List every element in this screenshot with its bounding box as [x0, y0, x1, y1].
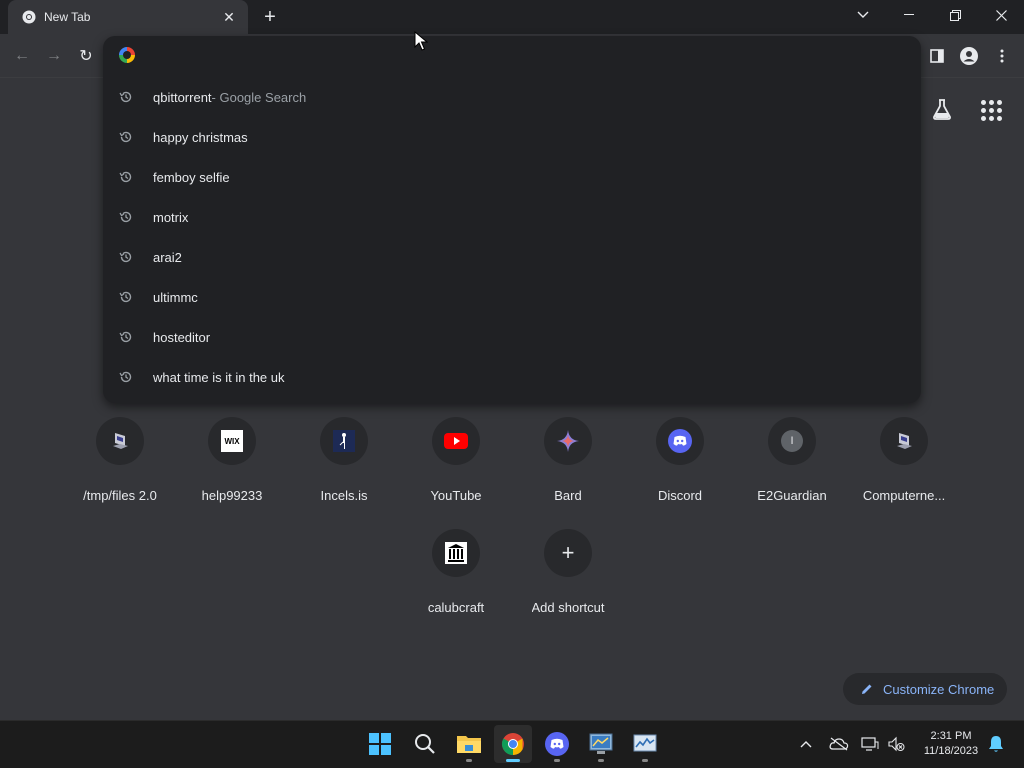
shortcut-label: help99233 — [201, 488, 263, 503]
add-shortcut-button[interactable]: + Add shortcut — [512, 529, 624, 629]
suggestion-item[interactable]: hosteditor — [103, 317, 921, 357]
customize-chrome-button[interactable]: Customize Chrome — [843, 673, 1007, 705]
shortcut-help99233[interactable]: WIX help99233 — [176, 417, 288, 517]
omnibox-dropdown: qbittorrent - Google Search happy christ… — [103, 36, 921, 403]
google-apps-icon[interactable] — [978, 97, 1002, 121]
shortcut-bard[interactable]: Bard — [512, 417, 624, 517]
shortcut-label: calubcraft — [427, 600, 485, 615]
suggestion-text: what time is it in the uk — [153, 369, 285, 385]
shortcut-label: /tmp/files 2.0 — [83, 488, 157, 503]
e2guardian-icon: I — [781, 430, 803, 452]
task-manager-icon[interactable] — [626, 725, 664, 763]
address-bar-input[interactable] — [103, 36, 921, 74]
onedrive-offline-icon[interactable] — [828, 733, 850, 755]
suggestion-item[interactable]: qbittorrent - Google Search — [103, 77, 921, 117]
history-icon — [119, 250, 133, 264]
reload-button[interactable]: ↻ — [74, 44, 98, 68]
history-icon — [119, 170, 133, 184]
chrome-taskbar-icon[interactable] — [494, 725, 532, 763]
tab-close-icon[interactable]: ✕ — [220, 8, 238, 26]
show-hidden-icons-chevron-icon[interactable] — [796, 733, 816, 755]
side-panel-icon[interactable] — [925, 44, 949, 68]
computer-icon — [892, 429, 916, 453]
chrome-icon — [21, 10, 36, 25]
tab-search-chevron-icon[interactable] — [840, 0, 886, 30]
suggestion-item[interactable]: motrix — [103, 197, 921, 237]
customize-chrome-label: Customize Chrome — [883, 681, 995, 697]
suggestion-subtext: - Google Search — [211, 89, 307, 105]
shortcut-label: E2Guardian — [757, 488, 827, 503]
suggestion-item[interactable]: what time is it in the uk — [103, 357, 921, 397]
network-icon[interactable] — [860, 733, 880, 755]
shortcut-calubcraft[interactable]: calubcraft — [400, 529, 512, 629]
suggestion-item[interactable]: arai2 — [103, 237, 921, 277]
discord-icon — [668, 429, 692, 453]
suggestion-item[interactable]: happy christmas — [103, 117, 921, 157]
suggestion-text: happy christmas — [153, 129, 248, 145]
shortcut-discord[interactable]: Discord — [624, 417, 736, 517]
clock-time: 2:31 PM — [930, 730, 972, 742]
suggestion-item[interactable]: femboy selfie — [103, 157, 921, 197]
shortcut-label: Bard — [554, 488, 582, 503]
google-icon — [119, 47, 135, 63]
shortcut-label: Computerne... — [862, 488, 946, 503]
volume-muted-icon[interactable] — [886, 733, 906, 755]
wix-icon: WIX — [221, 430, 243, 452]
forward-button[interactable]: → — [42, 44, 66, 68]
notification-bell-icon[interactable] — [986, 733, 1006, 755]
incels-icon — [333, 430, 355, 452]
close-window-button[interactable] — [978, 0, 1024, 30]
control-panel-icon[interactable] — [582, 725, 620, 763]
suggestion-text: arai2 — [153, 249, 182, 265]
suggestion-text: ultimmc — [153, 289, 198, 305]
new-tab-button[interactable]: + — [258, 5, 282, 29]
shortcut-label: Incels.is — [320, 488, 368, 503]
shortcut-label: Add shortcut — [531, 600, 605, 615]
history-icon — [119, 290, 133, 304]
suggestion-list: qbittorrent - Google Search happy christ… — [103, 77, 921, 397]
clock[interactable]: 2:31 PM 11/18/2023 — [916, 729, 986, 759]
bard-icon — [556, 429, 580, 453]
mouse-cursor-icon — [414, 30, 429, 51]
profile-icon[interactable] — [957, 44, 981, 68]
minimize-button[interactable] — [886, 0, 932, 30]
search-icon[interactable] — [406, 725, 444, 763]
history-icon — [119, 330, 133, 344]
tab-new-tab[interactable]: New Tab ✕ — [8, 0, 248, 34]
back-button[interactable]: ← — [10, 44, 34, 68]
history-icon — [119, 130, 133, 144]
bank-icon — [444, 541, 468, 565]
computer-icon — [108, 429, 132, 453]
clock-date: 11/18/2023 — [923, 745, 979, 757]
shortcut-label: YouTube — [430, 488, 482, 503]
shortcut-incels[interactable]: Incels.is — [288, 417, 400, 517]
suggestion-text: qbittorrent — [153, 89, 212, 105]
history-icon — [119, 370, 133, 384]
tab-title: New Tab — [44, 10, 91, 24]
shortcut-label: Discord — [657, 488, 703, 503]
youtube-icon — [444, 429, 468, 453]
labs-flask-icon[interactable] — [930, 97, 954, 121]
file-explorer-icon[interactable] — [450, 725, 488, 763]
shortcut-e2guardian[interactable]: I E2Guardian — [736, 417, 848, 517]
shortcut-youtube[interactable]: YouTube — [400, 417, 512, 517]
suggestion-text: motrix — [153, 209, 189, 225]
discord-taskbar-icon[interactable] — [538, 725, 576, 763]
plus-icon: + — [561, 540, 575, 565]
pencil-icon — [860, 682, 874, 696]
taskbar: 2:31 PM 11/18/2023 — [0, 720, 1024, 768]
suggestion-text: femboy selfie — [153, 169, 230, 185]
shortcut-computerne[interactable]: Computerne... — [848, 417, 960, 517]
tab-strip: New Tab ✕ + — [0, 0, 1024, 34]
menu-icon[interactable] — [990, 44, 1014, 68]
restore-button[interactable] — [932, 0, 978, 30]
history-icon — [119, 90, 133, 104]
start-icon[interactable] — [361, 725, 399, 763]
shortcut-tmp-files[interactable]: /tmp/files 2.0 — [64, 417, 176, 517]
suggestion-item[interactable]: ultimmc — [103, 277, 921, 317]
history-icon — [119, 210, 133, 224]
suggestion-text: hosteditor — [153, 329, 211, 345]
